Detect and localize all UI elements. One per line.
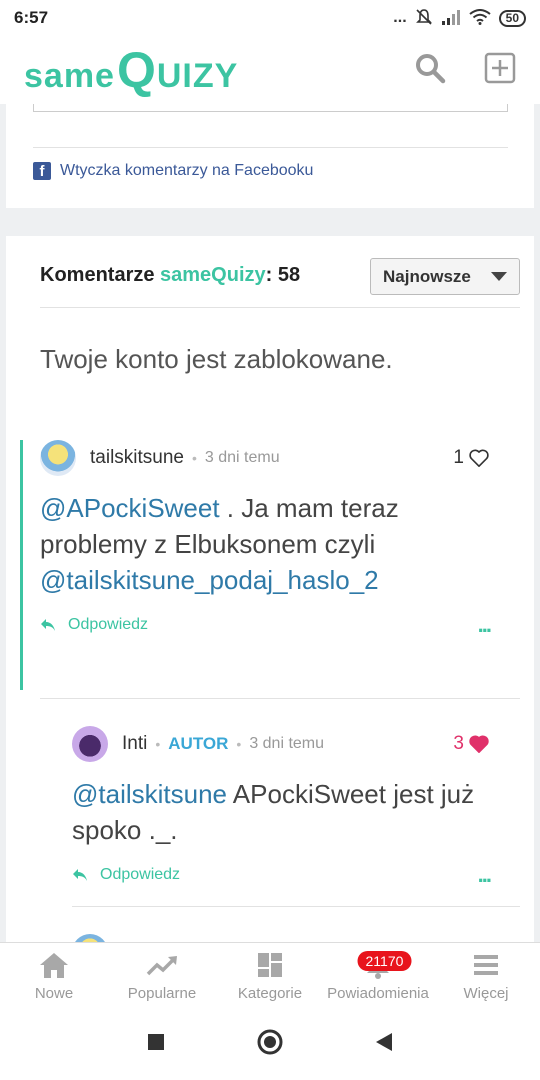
comment-date: 3 dni temu (204, 449, 280, 466)
signal-icon (441, 9, 461, 28)
trending-icon (146, 951, 178, 979)
like-count: 3 (453, 733, 464, 754)
like-button[interactable]: 3 (453, 733, 490, 755)
add-quiz-icon[interactable] (484, 52, 516, 89)
search-icon[interactable] (414, 52, 446, 89)
divider (40, 307, 520, 308)
recents-square-icon[interactable] (146, 1032, 166, 1057)
avatar[interactable] (40, 440, 76, 476)
comments-count: 58 (277, 264, 301, 286)
reply-icon (73, 869, 87, 881)
comment-item: Inti • AUTOR • 3 dni temu 3 @tailskitsun… (72, 726, 492, 926)
wifi-icon (469, 8, 491, 28)
facebook-icon: f (33, 162, 51, 180)
app-header: same Q UIZY (0, 36, 540, 104)
bottom-navigation: Nowe Popularne Kategorie 21170 Powiadomi… (0, 942, 540, 1008)
nav-item-powiadomienia[interactable]: 21170 Powiadomienia (324, 943, 432, 1008)
more-options-icon[interactable]: ... (478, 864, 492, 886)
avatar[interactable] (72, 726, 108, 762)
home-icon (39, 951, 69, 979)
nav-item-popularne[interactable]: Popularne (108, 943, 216, 1008)
menu-icon (473, 951, 499, 979)
status-bar: 6:57 ... 50 (0, 0, 540, 36)
nav-item-nowe[interactable]: Nowe (0, 943, 108, 1008)
samequizy-logo[interactable]: same Q UIZY (24, 41, 238, 99)
sort-label: Najnowsze (383, 266, 471, 286)
mention-link[interactable]: @tailskitsune_podaj_haslo_2 (40, 565, 379, 595)
sort-dropdown[interactable]: Najnowsze (370, 258, 520, 295)
comment-body: @tailskitsune APockiSweet jest już spoko… (72, 779, 475, 845)
divider (40, 698, 520, 699)
heart-filled-icon (469, 735, 489, 753)
comment-body: @APockiSweet . Ja mam teraz problemy z E… (40, 493, 399, 595)
home-circle-icon[interactable] (256, 1028, 284, 1061)
facebook-comments-link[interactable]: f Wtyczka komentarzy na Facebooku (33, 162, 313, 180)
comments-title: Komentarze sameQuizy: 58 (40, 264, 301, 286)
comment-form-card: f Wtyczka komentarzy na Facebooku (6, 104, 534, 208)
divider (33, 147, 508, 148)
more-status-icon: ... (393, 9, 407, 26)
like-button[interactable]: 1 (453, 447, 490, 469)
comment-username[interactable]: Inti (122, 733, 147, 755)
nav-item-kategorie[interactable]: Kategorie (216, 943, 324, 1008)
like-count: 1 (453, 447, 464, 468)
chevron-down-icon (491, 272, 507, 281)
comment-date: 3 dni temu (249, 735, 325, 752)
reply-button[interactable]: Odpowiedz (40, 616, 148, 634)
clock: 6:57 (14, 8, 49, 27)
divider (72, 906, 520, 907)
mention-link[interactable]: @tailskitsune (72, 779, 227, 809)
mute-bell-icon (415, 8, 433, 29)
system-navigation-bar (0, 1008, 540, 1080)
nav-item-wiecej[interactable]: Więcej (432, 943, 540, 1008)
account-blocked-message: Twoje konto jest zablokowane. (40, 344, 393, 374)
back-triangle-icon[interactable] (374, 1031, 394, 1058)
mention-link[interactable]: @APockiSweet (40, 493, 220, 523)
comment-username[interactable]: tailskitsune (90, 447, 184, 469)
battery-indicator: 50 (498, 9, 526, 27)
grid-icon (257, 951, 283, 979)
author-badge: AUTOR (168, 734, 229, 753)
comment-item: tailskitsune • 3 dni temu 1 @APockiSweet… (20, 440, 492, 690)
facebook-plugin-label: Wtyczka komentarzy na Facebooku (60, 162, 314, 179)
reply-icon (41, 619, 55, 631)
comments-section: Komentarze sameQuizy: 58 Najnowsze Twoje… (6, 236, 534, 956)
more-options-icon[interactable]: ... (478, 614, 492, 636)
heart-outline-icon (469, 449, 489, 467)
comment-textarea[interactable] (33, 104, 508, 112)
notification-badge: 21170 (357, 951, 412, 971)
reply-button[interactable]: Odpowiedz (72, 866, 180, 884)
